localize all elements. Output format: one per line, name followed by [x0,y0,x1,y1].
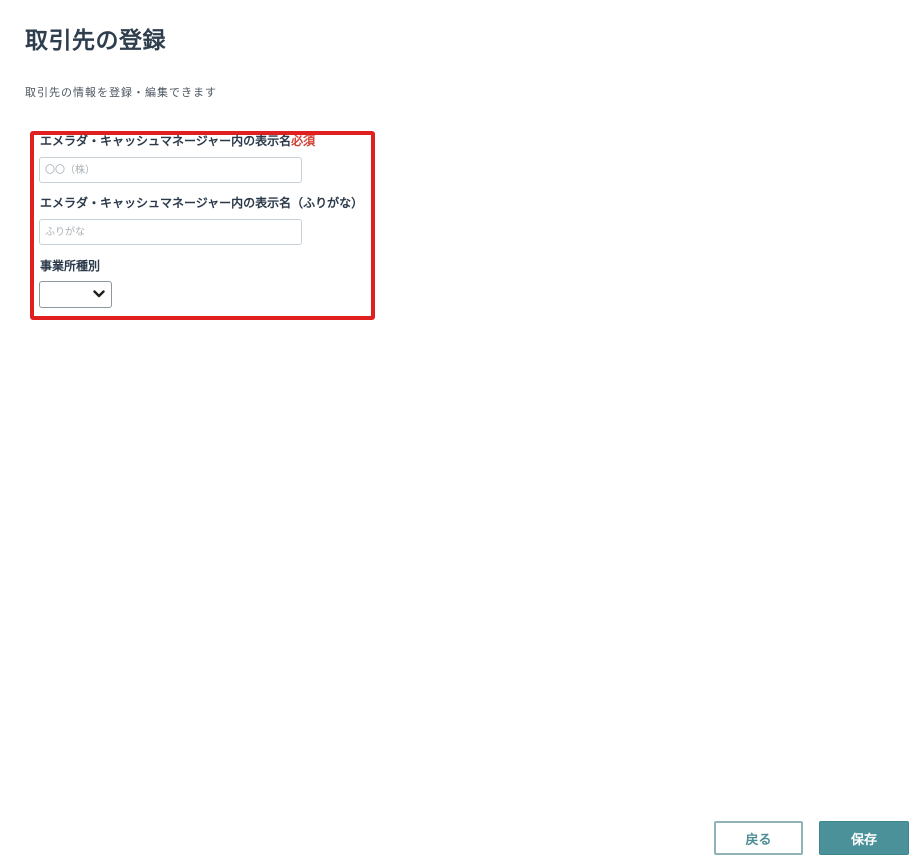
page-title: 取引先の登録 [25,28,166,54]
display-name-label: エメラダ・キャッシュマネージャー内の表示名必須 [40,133,315,149]
page-description: 取引先の情報を登録・編集できます [25,86,217,99]
office-type-label: 事業所種別 [40,259,101,273]
office-type-select[interactable] [39,281,112,308]
save-button[interactable]: 保存 [819,821,909,855]
chevron-down-icon [93,290,105,298]
required-badge: 必須 [291,134,316,148]
display-name-kana-input[interactable] [39,219,302,245]
display-name-kana-label: エメラダ・キャッシュマネージャー内の表示名（ふりがな） [40,196,364,210]
display-name-input[interactable] [39,157,302,183]
display-name-label-text: エメラダ・キャッシュマネージャー内の表示名 [40,134,292,148]
back-button[interactable]: 戻る [714,821,803,855]
